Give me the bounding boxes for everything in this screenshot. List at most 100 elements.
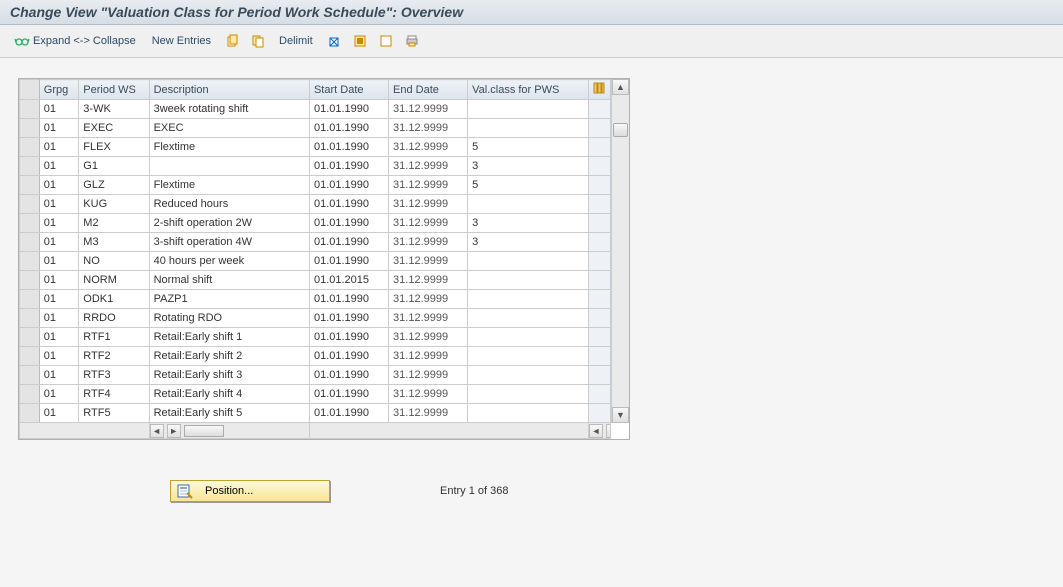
cell-end-date[interactable]: 31.12.9999	[389, 176, 468, 195]
cell-description[interactable]: Retail:Early shift 2	[149, 347, 309, 366]
row-selector[interactable]	[20, 233, 40, 252]
cell-end-date[interactable]: 31.12.9999	[389, 347, 468, 366]
cell-val-class[interactable]	[468, 290, 589, 309]
cell-val-class[interactable]	[468, 404, 589, 423]
scroll-right2-icon[interactable]: ►	[606, 424, 610, 438]
cell-start-date[interactable]: 01.01.1990	[309, 404, 388, 423]
column-header-start-date[interactable]: Start Date	[309, 80, 388, 100]
table-row[interactable]: 013-WK3week rotating shift01.01.199031.1…	[20, 100, 611, 119]
scroll-right-icon[interactable]: ►	[167, 424, 181, 438]
scroll-up-icon[interactable]: ▲	[612, 79, 629, 95]
cell-period-ws[interactable]: NO	[79, 252, 149, 271]
cell-end-date[interactable]: 31.12.9999	[389, 328, 468, 347]
table-row[interactable]: 01ODK1PAZP101.01.199031.12.9999	[20, 290, 611, 309]
row-selector[interactable]	[20, 176, 40, 195]
column-header-grpg[interactable]: Grpg	[39, 80, 79, 100]
cell-grpg[interactable]: 01	[39, 138, 79, 157]
cell-start-date[interactable]: 01.01.1990	[309, 119, 388, 138]
cell-period-ws[interactable]: G1	[79, 157, 149, 176]
select-all-icon[interactable]	[351, 32, 369, 50]
cell-grpg[interactable]: 01	[39, 366, 79, 385]
cell-end-date[interactable]: 31.12.9999	[389, 100, 468, 119]
row-selector[interactable]	[20, 214, 40, 233]
hscroll-thumb[interactable]	[184, 425, 224, 437]
row-selector[interactable]	[20, 100, 40, 119]
cell-val-class[interactable]	[468, 252, 589, 271]
cell-val-class[interactable]	[468, 195, 589, 214]
table-row[interactable]: 01NORMNormal shift01.01.201531.12.9999	[20, 271, 611, 290]
cell-description[interactable]: 40 hours per week	[149, 252, 309, 271]
table-row[interactable]: 01NO40 hours per week01.01.199031.12.999…	[20, 252, 611, 271]
cell-period-ws[interactable]: RTF1	[79, 328, 149, 347]
column-header-period-ws[interactable]: Period WS	[79, 80, 149, 100]
cell-description[interactable]: 3-shift operation 4W	[149, 233, 309, 252]
cell-val-class[interactable]: 3	[468, 157, 589, 176]
cell-period-ws[interactable]: RTF4	[79, 385, 149, 404]
table-row[interactable]: 01M33-shift operation 4W01.01.199031.12.…	[20, 233, 611, 252]
cell-end-date[interactable]: 31.12.9999	[389, 404, 468, 423]
cell-start-date[interactable]: 01.01.1990	[309, 195, 388, 214]
cell-end-date[interactable]: 31.12.9999	[389, 309, 468, 328]
cell-grpg[interactable]: 01	[39, 233, 79, 252]
table-row[interactable]: 01G1 01.01.199031.12.99993	[20, 157, 611, 176]
cell-val-class[interactable]	[468, 271, 589, 290]
table-row[interactable]: 01RTF4Retail:Early shift 401.01.199031.1…	[20, 385, 611, 404]
cell-grpg[interactable]: 01	[39, 157, 79, 176]
cell-start-date[interactable]: 01.01.1990	[309, 214, 388, 233]
copy-all-icon[interactable]	[249, 32, 267, 50]
column-header-description[interactable]: Description	[149, 80, 309, 100]
row-selector[interactable]	[20, 404, 40, 423]
cell-end-date[interactable]: 31.12.9999	[389, 157, 468, 176]
expand-collapse-button[interactable]: Expand <-> Collapse	[10, 31, 140, 51]
column-header-rowsel[interactable]	[20, 80, 40, 100]
cell-period-ws[interactable]: 3-WK	[79, 100, 149, 119]
cell-grpg[interactable]: 01	[39, 309, 79, 328]
cell-period-ws[interactable]: NORM	[79, 271, 149, 290]
row-selector[interactable]	[20, 385, 40, 404]
cell-val-class[interactable]: 3	[468, 233, 589, 252]
cell-period-ws[interactable]: FLEX	[79, 138, 149, 157]
cell-grpg[interactable]: 01	[39, 290, 79, 309]
cell-period-ws[interactable]: EXEC	[79, 119, 149, 138]
row-selector[interactable]	[20, 252, 40, 271]
delete-icon[interactable]	[325, 32, 343, 50]
cell-val-class[interactable]: 5	[468, 138, 589, 157]
horizontal-scrollbar[interactable]: ◄ ► ◄ ►	[20, 423, 611, 439]
column-header-val-class[interactable]: Val.class for PWS	[468, 80, 589, 100]
cell-description[interactable]: Retail:Early shift 1	[149, 328, 309, 347]
cell-end-date[interactable]: 31.12.9999	[389, 195, 468, 214]
cell-val-class[interactable]	[468, 385, 589, 404]
configure-columns-icon[interactable]	[588, 80, 610, 100]
cell-val-class[interactable]: 5	[468, 176, 589, 195]
table-row[interactable]: 01RTF2Retail:Early shift 201.01.199031.1…	[20, 347, 611, 366]
cell-description[interactable]: Flextime	[149, 176, 309, 195]
cell-val-class[interactable]: 3	[468, 214, 589, 233]
cell-start-date[interactable]: 01.01.1990	[309, 290, 388, 309]
cell-period-ws[interactable]: GLZ	[79, 176, 149, 195]
cell-description[interactable]: EXEC	[149, 119, 309, 138]
row-selector[interactable]	[20, 119, 40, 138]
cell-description[interactable]: Retail:Early shift 5	[149, 404, 309, 423]
row-selector[interactable]	[20, 347, 40, 366]
cell-start-date[interactable]: 01.01.2015	[309, 271, 388, 290]
cell-description[interactable]: PAZP1	[149, 290, 309, 309]
cell-start-date[interactable]: 01.01.1990	[309, 157, 388, 176]
cell-description[interactable]: 2-shift operation 2W	[149, 214, 309, 233]
table-row[interactable]: 01RTF5Retail:Early shift 501.01.199031.1…	[20, 404, 611, 423]
row-selector[interactable]	[20, 157, 40, 176]
cell-grpg[interactable]: 01	[39, 347, 79, 366]
cell-grpg[interactable]: 01	[39, 195, 79, 214]
cell-grpg[interactable]: 01	[39, 214, 79, 233]
cell-start-date[interactable]: 01.01.1990	[309, 366, 388, 385]
row-selector[interactable]	[20, 290, 40, 309]
delimit-button[interactable]: Delimit	[275, 33, 317, 49]
cell-period-ws[interactable]: RRDO	[79, 309, 149, 328]
cell-description[interactable]: Retail:Early shift 3	[149, 366, 309, 385]
cell-description[interactable]: Normal shift	[149, 271, 309, 290]
table-row[interactable]: 01M22-shift operation 2W01.01.199031.12.…	[20, 214, 611, 233]
row-selector[interactable]	[20, 195, 40, 214]
cell-start-date[interactable]: 01.01.1990	[309, 309, 388, 328]
print-icon[interactable]	[403, 32, 421, 50]
cell-val-class[interactable]	[468, 328, 589, 347]
cell-end-date[interactable]: 31.12.9999	[389, 233, 468, 252]
